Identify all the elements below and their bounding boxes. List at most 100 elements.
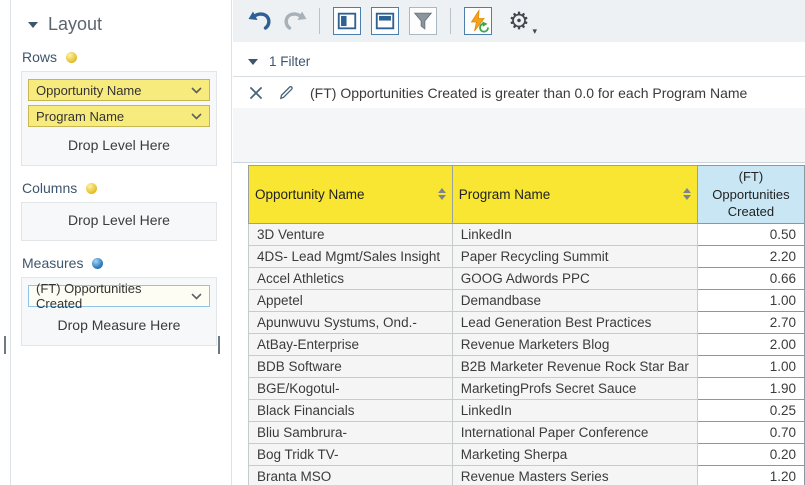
- results-table-body: 3D VentureLinkedIn0.504DS- Lead Mgmt/Sal…: [249, 223, 805, 485]
- table-cell[interactable]: Bog Tridk TV-: [249, 443, 453, 465]
- table-row: Bliu Sambrura-International Paper Confer…: [249, 421, 805, 443]
- table-cell[interactable]: Revenue Masters Series: [452, 465, 697, 485]
- filters-empty-area: [233, 108, 805, 163]
- rows-drop-zone[interactable]: Opportunity Name Program Name Drop Level…: [21, 71, 217, 166]
- measures-drop-zone[interactable]: (FT) Opportunities Created Drop Measure …: [21, 277, 217, 346]
- table-row: 4DS- Lead Mgmt/Sales InsightPaper Recycl…: [249, 245, 805, 267]
- table-cell[interactable]: 4DS- Lead Mgmt/Sales Insight: [249, 245, 453, 267]
- table-cell[interactable]: International Paper Conference: [452, 421, 697, 443]
- table-cell[interactable]: 0.25: [697, 399, 804, 421]
- remove-filter-icon[interactable]: [249, 86, 263, 100]
- column-header-label: Opportunity Name: [255, 187, 365, 202]
- field-label: Program Name: [36, 109, 124, 124]
- measures-section-label: Measures: [22, 255, 217, 271]
- column-header-opportunity-name[interactable]: Opportunity Name: [249, 166, 453, 224]
- sort-icon[interactable]: [438, 188, 446, 200]
- column-header-label: (FT) Opportunities Created: [712, 169, 789, 219]
- redo-icon: [281, 8, 308, 34]
- layout-left-panel-icon: [336, 10, 358, 32]
- table-cell[interactable]: LinkedIn: [452, 399, 697, 421]
- table-cell[interactable]: Branta MSO: [249, 465, 453, 485]
- table-row: 3D VentureLinkedIn0.50: [249, 223, 805, 245]
- column-header-opportunities-created[interactable]: (FT) Opportunities Created: [697, 166, 804, 224]
- drop-level-hint: Drop Level Here: [28, 131, 210, 163]
- settings-gear-icon: ⚙: [508, 9, 530, 33]
- row-field-select-program-name[interactable]: Program Name: [28, 105, 210, 127]
- field-label: (FT) Opportunities Created: [36, 281, 191, 311]
- table-cell[interactable]: 0.66: [697, 267, 804, 289]
- table-row: Bog Tridk TV-Marketing Sherpa0.20: [249, 443, 805, 465]
- table-cell[interactable]: Revenue Marketers Blog: [452, 333, 697, 355]
- settings-button[interactable]: ⚙ ▾: [503, 6, 535, 36]
- table-cell[interactable]: 2.00: [697, 333, 804, 355]
- results-table: Opportunity Name Program Name (FT) Oppor…: [248, 165, 805, 485]
- toolbar-separator: [450, 8, 451, 34]
- layout-top-panel-button[interactable]: [371, 7, 399, 35]
- table-cell[interactable]: Apunwuvu Systums, Ond.-: [249, 311, 453, 333]
- dimension-dot-icon: [66, 52, 77, 63]
- auto-refresh-button[interactable]: [464, 7, 492, 35]
- table-row: Black FinancialsLinkedIn0.25: [249, 399, 805, 421]
- layout-panel: Layout Rows Opportunity Name Program Nam…: [12, 0, 232, 485]
- field-label: Opportunity Name: [36, 83, 142, 98]
- undo-button[interactable]: [245, 6, 275, 36]
- layout-panel-header[interactable]: Layout: [28, 14, 217, 35]
- sort-icon[interactable]: [683, 188, 691, 200]
- auto-refresh-lightning-icon: [466, 9, 490, 33]
- table-cell[interactable]: 2.70: [697, 311, 804, 333]
- column-header-label: Program Name: [459, 187, 551, 202]
- splitter-grip-icon[interactable]: [218, 336, 220, 354]
- table-cell[interactable]: B2B Marketer Revenue Rock Star Bar: [452, 355, 697, 377]
- table-cell[interactable]: 0.70: [697, 421, 804, 443]
- measure-field-select-opportunities-created[interactable]: (FT) Opportunities Created: [28, 285, 210, 307]
- columns-label: Columns: [22, 180, 77, 196]
- table-cell[interactable]: Paper Recycling Summit: [452, 245, 697, 267]
- row-field-select-opportunity-name[interactable]: Opportunity Name: [28, 79, 210, 101]
- table-cell[interactable]: 1.90: [697, 377, 804, 399]
- table-cell[interactable]: GOOG Adwords PPC: [452, 267, 697, 289]
- toolbar: ⚙ ▾: [233, 0, 805, 42]
- left-collapse-rail[interactable]: [0, 0, 11, 485]
- table-row: Accel AthleticsGOOG Adwords PPC0.66: [249, 267, 805, 289]
- edit-filter-pencil-icon[interactable]: [278, 84, 295, 101]
- table-cell[interactable]: Appetel: [249, 289, 453, 311]
- table-cell[interactable]: 0.50: [697, 223, 804, 245]
- table-cell[interactable]: 1.20: [697, 465, 804, 485]
- table-row: Apunwuvu Systums, Ond.-Lead Generation B…: [249, 311, 805, 333]
- left-rail-grip-icon[interactable]: [4, 336, 6, 354]
- column-header-program-name[interactable]: Program Name: [452, 166, 697, 224]
- layout-left-panel-button[interactable]: [333, 7, 361, 35]
- filter-panel-button[interactable]: [409, 7, 437, 35]
- table-cell[interactable]: 1.00: [697, 355, 804, 377]
- settings-caret-icon: ▾: [532, 27, 537, 37]
- filter-description: (FT) Opportunities Created is greater th…: [310, 85, 747, 101]
- table-cell[interactable]: MarketingProfs Secret Sauce: [452, 377, 697, 399]
- main-content: ⚙ ▾ 1 Filter (FT) Opportunities Created …: [233, 0, 805, 485]
- measures-label: Measures: [22, 255, 83, 271]
- table-row: Branta MSORevenue Masters Series1.20: [249, 465, 805, 485]
- filter-funnel-icon: [412, 10, 434, 32]
- table-cell[interactable]: BDB Software: [249, 355, 453, 377]
- table-cell[interactable]: 1.00: [697, 289, 804, 311]
- drop-measure-hint: Drop Measure Here: [28, 311, 210, 343]
- table-cell[interactable]: BGE/Kogotul-: [249, 377, 453, 399]
- table-cell[interactable]: 0.20: [697, 443, 804, 465]
- table-cell[interactable]: Accel Athletics: [249, 267, 453, 289]
- table-cell[interactable]: Black Financials: [249, 399, 453, 421]
- redo-button[interactable]: [279, 6, 309, 36]
- chevron-down-icon: [191, 87, 202, 94]
- table-cell[interactable]: 3D Venture: [249, 223, 453, 245]
- table-cell[interactable]: Demandbase: [452, 289, 697, 311]
- filters-section-header[interactable]: 1 Filter: [233, 42, 805, 76]
- table-cell[interactable]: Bliu Sambrura-: [249, 421, 453, 443]
- columns-drop-zone[interactable]: Drop Level Here: [21, 202, 217, 241]
- table-row: BGE/Kogotul-MarketingProfs Secret Sauce1…: [249, 377, 805, 399]
- table-cell[interactable]: AtBay-Enterprise: [249, 333, 453, 355]
- table-row: BDB SoftwareB2B Marketer Revenue Rock St…: [249, 355, 805, 377]
- drop-level-hint: Drop Level Here: [28, 210, 210, 238]
- collapse-arrow-icon: [28, 22, 38, 28]
- table-cell[interactable]: 2.20: [697, 245, 804, 267]
- table-cell[interactable]: LinkedIn: [452, 223, 697, 245]
- table-cell[interactable]: Lead Generation Best Practices: [452, 311, 697, 333]
- table-cell[interactable]: Marketing Sherpa: [452, 443, 697, 465]
